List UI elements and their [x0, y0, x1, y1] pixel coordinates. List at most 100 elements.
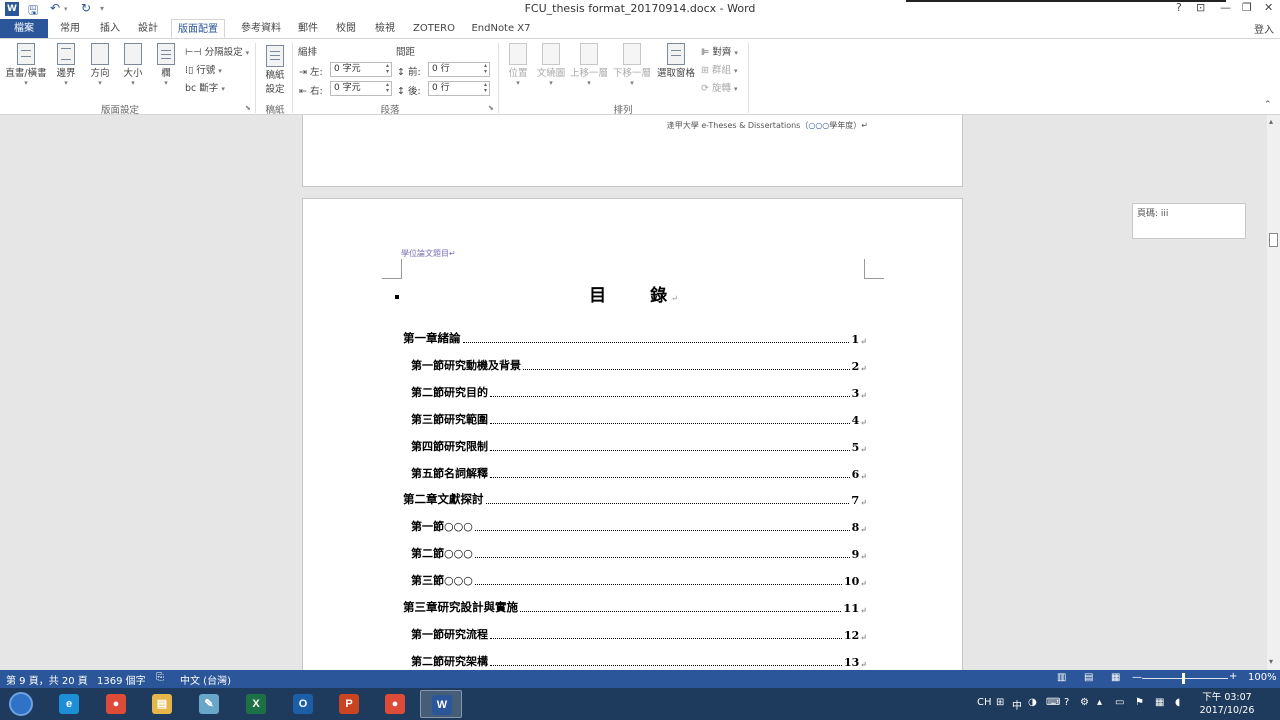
vertical-scrollbar[interactable]: ▴ ▾: [1267, 115, 1280, 670]
size-button[interactable]: 大小 ▾: [119, 43, 147, 87]
taskbar-app-chrome2[interactable]: ●: [374, 690, 416, 718]
start-button[interactable]: [4, 690, 38, 718]
taskbar-app-powerpoint[interactable]: P: [328, 690, 370, 718]
tray-action-icon[interactable]: ▭: [1115, 697, 1124, 708]
sign-in-link[interactable]: 登入: [1254, 21, 1274, 36]
draft-setup-button[interactable]: 稿紙 設定: [262, 45, 288, 95]
position-button[interactable]: 位置 ▾: [504, 43, 532, 87]
print-layout-icon[interactable]: ▤: [1084, 672, 1093, 683]
toc-chapter-entry[interactable]: 第一章緒論 1 ↵: [403, 330, 867, 346]
zoom-level[interactable]: 100%: [1248, 672, 1277, 683]
send-backward-button[interactable]: 下移一層 ▾: [611, 43, 653, 87]
margins-button[interactable]: 邊界 ▾: [52, 43, 80, 87]
text-direction-button[interactable]: 直書/橫書 ▾: [4, 43, 48, 87]
hyphenation-button[interactable]: bc 斷字 ▾: [185, 80, 225, 94]
tray-ime-icon[interactable]: ⊞: [996, 697, 1004, 708]
taskbar-app-word[interactable]: W: [420, 690, 462, 718]
toc-section-entry[interactable]: 第五節名詞解釋 6 ↵: [411, 465, 867, 481]
toc-section-entry[interactable]: 第二節研究目的 3 ↵: [411, 384, 867, 400]
web-layout-icon[interactable]: ▦: [1111, 672, 1120, 683]
page-number-comment[interactable]: 頁碼: iii: [1132, 203, 1246, 239]
orientation-button[interactable]: 方向 ▾: [86, 43, 114, 87]
wrap-text-button[interactable]: 文繞圖 ▾: [534, 43, 568, 87]
page-setup-launcher-icon[interactable]: ⬊: [245, 104, 251, 112]
help-button[interactable]: ?: [1176, 1, 1182, 14]
tray-language[interactable]: CH: [977, 697, 992, 708]
breaks-button[interactable]: ⊢⊣ 分隔設定 ▾: [185, 44, 249, 58]
toc-section-entry[interactable]: 第四節研究限制 5 ↵: [411, 438, 867, 454]
toc-section-entry[interactable]: 第一節研究動機及背景 2 ↵: [411, 357, 867, 373]
tray-ime-mode[interactable]: 中: [1012, 697, 1022, 712]
tray-settings-icon[interactable]: ⚙: [1080, 697, 1089, 708]
taskbar-app-chrome[interactable]: ●: [95, 690, 137, 718]
tab-view[interactable]: 檢視: [369, 19, 401, 38]
scrollbar-thumb[interactable]: [1269, 233, 1278, 247]
tab-file[interactable]: 檔案: [0, 19, 48, 38]
word-count[interactable]: 1369 個字: [97, 672, 146, 687]
tray-help-icon[interactable]: ?: [1064, 697, 1069, 708]
language-indicator[interactable]: 中文 (台灣): [180, 672, 231, 687]
paragraph-launcher-icon[interactable]: ⬊: [488, 104, 494, 112]
tab-references[interactable]: 參考資料: [233, 19, 289, 38]
tab-layout[interactable]: 版面配置: [171, 19, 225, 38]
spacing-before-input[interactable]: 0 行 ▴ ▾: [428, 62, 490, 77]
spacing-after-input[interactable]: 0 行 ▴ ▾: [428, 81, 490, 96]
read-mode-icon[interactable]: ▥: [1057, 672, 1066, 683]
tray-clock[interactable]: 下午 03:07 2017/10/26: [1192, 691, 1262, 717]
taskbar-app-ie[interactable]: e: [48, 690, 90, 718]
line-numbers-button[interactable]: ⁞▯ 行號 ▾: [185, 62, 222, 76]
tray-halfwidth-icon[interactable]: ◑: [1028, 697, 1037, 708]
scroll-up-icon[interactable]: ▴: [1269, 117, 1273, 126]
tray-flag-icon[interactable]: ⚑: [1135, 697, 1144, 708]
tab-endnote[interactable]: EndNote X7: [467, 19, 535, 38]
rotate-button[interactable]: ⟳ 旋轉 ▾: [701, 80, 738, 94]
tray-expand-icon[interactable]: ▴: [1097, 697, 1102, 708]
close-button[interactable]: ✕: [1264, 1, 1273, 14]
taskbar-app-outlook[interactable]: O: [282, 690, 324, 718]
toc-entry-title: 第二節○○○: [411, 547, 473, 561]
tray-network-icon[interactable]: ▦: [1155, 697, 1164, 708]
indent-right-input[interactable]: 0 字元 ▴ ▾: [330, 81, 392, 96]
page-count[interactable]: 第 9 頁，共 20 頁: [6, 672, 88, 687]
zoom-slider-thumb[interactable]: [1182, 673, 1185, 684]
taskbar-app-tablet[interactable]: ✎: [188, 690, 230, 718]
tray-keyboard-icon[interactable]: ⌨: [1046, 697, 1060, 708]
columns-button[interactable]: 欄 ▾: [154, 43, 178, 87]
bring-forward-button[interactable]: 上移一層 ▾: [568, 43, 610, 87]
scroll-down-icon[interactable]: ▾: [1269, 657, 1273, 666]
toc-chapter-entry[interactable]: 第三章研究設計與實施 11 ↵: [403, 599, 867, 615]
group-button[interactable]: ⊞ 群組 ▾: [701, 62, 738, 76]
indent-left-input[interactable]: 0 字元 ▴ ▾: [330, 62, 392, 77]
toc-entry-page: 12: [843, 628, 860, 642]
proofing-icon[interactable]: ⎘: [156, 672, 164, 683]
tab-review[interactable]: 校閱: [330, 19, 362, 38]
align-button[interactable]: ⊫ 對齊 ▾: [701, 44, 738, 58]
toc-section-entry[interactable]: 第一節研究流程 12 ↵: [411, 626, 867, 642]
tab-insert[interactable]: 插入: [94, 19, 126, 38]
toc-section-entry[interactable]: 第三節○○○ 10 ↵: [411, 572, 867, 588]
toc-section-entry[interactable]: 第一節○○○ 8 ↵: [411, 518, 867, 534]
tab-home[interactable]: 常用: [54, 19, 86, 38]
toc-section-entry[interactable]: 第二節○○○ 9 ↵: [411, 545, 867, 561]
selection-pane-button[interactable]: 選取窗格: [655, 43, 697, 79]
toc-entry-page: 7: [851, 493, 860, 508]
ribbon-display-button[interactable]: ⊡: [1196, 1, 1205, 14]
align-icon: ⊫: [701, 47, 710, 58]
taskbar-app-explorer[interactable]: ▤: [141, 690, 183, 718]
restore-button[interactable]: ❐: [1242, 1, 1252, 14]
tab-zotero[interactable]: ZOTERO: [410, 19, 458, 38]
toc-section-entry[interactable]: 第二節研究架構 13 ↵: [411, 653, 867, 669]
zoom-slider[interactable]: [1142, 678, 1228, 679]
paragraph-mark: ↵: [860, 336, 867, 346]
toc-section-entry[interactable]: 第三節研究範圍 4 ↵: [411, 411, 867, 427]
taskbar-app-excel[interactable]: X: [235, 690, 277, 718]
tab-mailings[interactable]: 郵件: [292, 19, 324, 38]
zoom-out-button[interactable]: —: [1132, 672, 1142, 683]
spacing-after-icon: ↕: [397, 86, 405, 97]
minimize-button[interactable]: —: [1220, 1, 1231, 14]
tab-design[interactable]: 設計: [132, 19, 164, 38]
collapse-ribbon-icon[interactable]: ⌃: [1264, 100, 1272, 110]
tray-volume-icon[interactable]: ◖: [1175, 697, 1180, 708]
toc-chapter-entry[interactable]: 第二章文獻探討 7 ↵: [403, 491, 867, 507]
zoom-in-button[interactable]: +: [1229, 671, 1237, 682]
